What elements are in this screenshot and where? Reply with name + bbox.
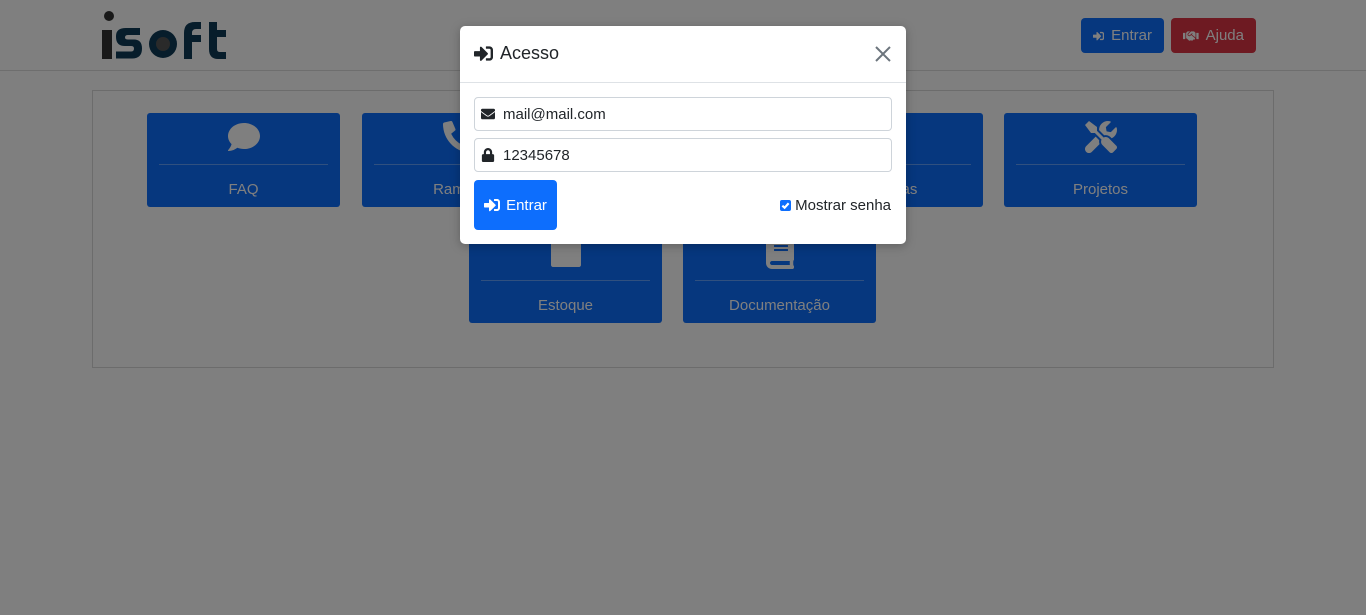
close-button[interactable] (873, 44, 893, 64)
entrar-button[interactable]: Entrar (474, 180, 557, 230)
login-modal: Acesso Entrar Mostrar senha (460, 26, 906, 244)
close-icon (875, 46, 891, 62)
show-password-toggle[interactable]: Mostrar senha (780, 197, 891, 214)
password-field[interactable] (474, 138, 892, 172)
email-field[interactable] (474, 97, 892, 131)
modal-title: Acesso (474, 43, 559, 64)
entrar-button-label: Entrar (506, 196, 547, 214)
lock-icon (481, 148, 495, 162)
show-password-checkbox[interactable] (780, 200, 792, 211)
checkmark-icon (781, 202, 790, 210)
envelope-icon (481, 108, 495, 120)
show-password-label: Mostrar senha (795, 197, 891, 214)
sign-in-icon (474, 46, 493, 61)
password-input[interactable] (503, 146, 883, 164)
sign-in-icon (484, 199, 501, 212)
modal-title-text: Acesso (500, 43, 560, 63)
email-input[interactable] (503, 105, 883, 123)
modal-header: Acesso (460, 26, 906, 83)
